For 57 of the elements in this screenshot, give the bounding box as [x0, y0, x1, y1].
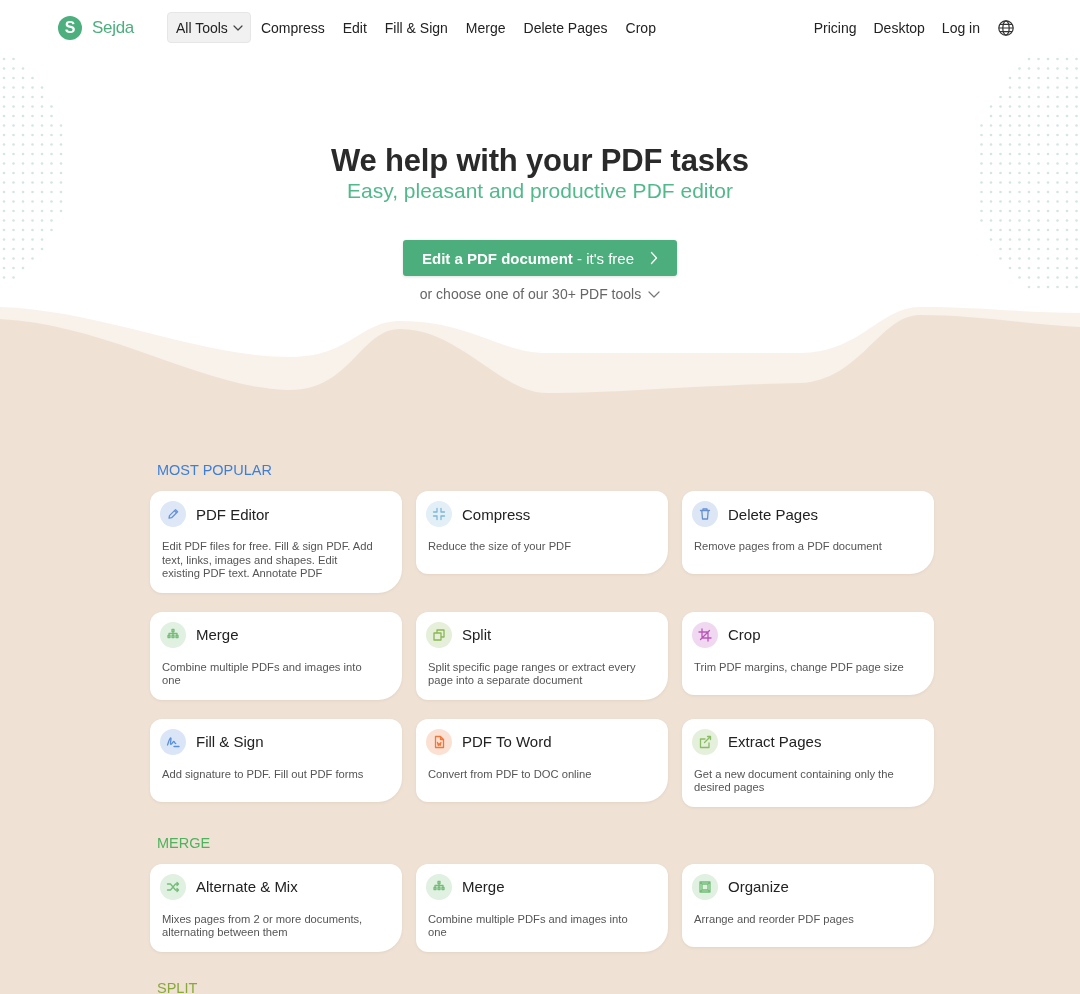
tool-title: Organize: [728, 878, 789, 895]
tool-title: Extract Pages: [728, 733, 822, 750]
caret-icon: [232, 24, 243, 31]
tool-title: Crop: [728, 626, 761, 643]
dropdown-button[interactable]: All Tools: [167, 12, 251, 43]
tool-card[interactable]: Compress Reduce the size of your PDF: [416, 491, 668, 574]
nav-link[interactable]: Edit: [342, 19, 367, 36]
tool-description: Combine multiple PDFs and images into one: [162, 660, 363, 688]
nav-link[interactable]: Pricing: [813, 19, 857, 36]
tool-card[interactable]: PDF Editor Edit PDF files for free. Fill & sign PDF. Add text, links, images and shapes. Edit existing PDF text. Annotate PDF: [150, 491, 402, 593]
logo-mark: S: [58, 15, 82, 40]
section-heading: SPLIT: [157, 978, 199, 994]
section-heading: MOST POPULAR: [157, 461, 273, 479]
tool-card[interactable]: Alternate & Mix Mixes pages from 2 or more documents, alternating between them: [150, 863, 402, 952]
nav-link[interactable]: Delete Pages: [523, 19, 608, 36]
nav-link[interactable]: Merge: [465, 19, 506, 36]
tool-description: Reduce the size of your PDF: [428, 540, 573, 554]
tool-card[interactable]: Merge Combine multiple PDFs and images into one: [416, 863, 668, 952]
nav-link[interactable]: Desktop: [873, 19, 925, 36]
tool-description: Remove pages from a PDF document: [694, 540, 883, 554]
nav-link[interactable]: Fill & Sign: [384, 19, 448, 36]
tool-title: Split: [462, 626, 492, 643]
tool-title: Merge: [462, 878, 505, 895]
tool-card[interactable]: Extract Pages Get a new document containing only the desired pages: [682, 718, 934, 807]
tool-description: Arrange and reorder PDF pages: [694, 912, 855, 926]
nav-link[interactable]: Compress: [260, 19, 325, 36]
tool-description: Edit PDF files for free. Fill & sign PDF. Add text, links, images and shapes. Edit existing PDF text. Annotate PDF: [162, 540, 374, 581]
tool-card[interactable]: Delete Pages Remove pages from a PDF document: [682, 491, 934, 574]
hero-subtitle: Easy, pleasant and productive PDF editor: [347, 179, 733, 203]
tool-card[interactable]: Split Split specific page ranges or extract every page into a separate document: [416, 611, 668, 700]
tool-card[interactable]: Organize Arrange and reorder PDF pages: [682, 863, 934, 947]
section-heading: MERGE: [157, 833, 212, 852]
tool-title: Compress: [462, 505, 531, 523]
tool-title: Delete Pages: [728, 505, 819, 523]
tool-description: Trim PDF margins, change PDF page size: [694, 660, 905, 674]
tool-title: Alternate & Mix: [196, 878, 298, 895]
tool-title: Fill & Sign: [196, 733, 264, 750]
tool-description: Add signature to PDF. Fill out PDF forms: [162, 767, 365, 781]
tool-description: Convert from PDF to DOC online: [428, 767, 593, 781]
nav-link[interactable]: Crop: [625, 19, 656, 36]
tool-card[interactable]: Fill & Sign Add signature to PDF. Fill out PDF forms: [150, 718, 402, 802]
tools-link[interactable]: or choose one of our 30+ PDF tools: [419, 284, 661, 304]
tool-card[interactable]: PDF To Word Convert from PDF to DOC online: [416, 718, 668, 802]
tool-card[interactable]: Crop Trim PDF margins, change PDF page size: [682, 611, 934, 695]
tool-description: Split specific page ranges or extract every page into a separate document: [428, 660, 637, 688]
nav-link[interactable]: Log in: [941, 19, 980, 36]
tool-description: Get a new document containing only the desired pages: [694, 767, 895, 795]
tool-description: Mixes pages from 2 or more documents, alternating between them: [162, 912, 364, 940]
tool-title: PDF To Word: [462, 733, 552, 750]
tool-description: Combine multiple PDFs and images into one: [428, 912, 629, 940]
chevron-down-icon: [648, 290, 661, 298]
chevron-right-icon: [650, 251, 659, 265]
tool-card[interactable]: Merge Combine multiple PDFs and images into one: [150, 611, 402, 700]
tool-title: Merge: [196, 626, 239, 643]
tool-title: PDF Editor: [196, 505, 270, 523]
globe-icon[interactable]: [998, 19, 1014, 36]
hero-title: We help with your PDF tasks: [331, 143, 749, 179]
